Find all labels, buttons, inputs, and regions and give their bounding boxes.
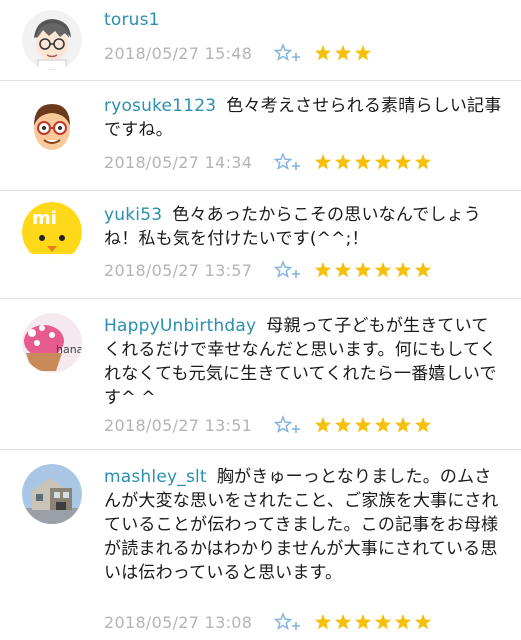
add-star-icon xyxy=(274,260,301,279)
star-list xyxy=(314,613,434,631)
avatar[interactable] xyxy=(22,10,82,70)
star-icon xyxy=(335,416,352,433)
star-icon xyxy=(355,613,372,630)
cartoon-boy-glasses-icon xyxy=(22,10,82,70)
star-icon xyxy=(315,153,332,170)
star-icon xyxy=(335,613,352,630)
star-list xyxy=(314,44,374,62)
star-list xyxy=(314,153,434,171)
timestamp: 2018/05/27 13:08 xyxy=(104,612,253,632)
star-icon xyxy=(315,613,332,630)
star-icon xyxy=(355,153,372,170)
house-photo-icon xyxy=(22,464,82,524)
star-icon xyxy=(315,416,332,433)
comment-body: ryosuke1123 色々考えさせられる素晴らしい記事ですね。 xyxy=(104,94,504,142)
star-icon xyxy=(395,153,412,170)
comment-body: yuki53 色々あったからこその思いなんでしょうね！私も気を付けたいです(^^;… xyxy=(104,203,504,251)
username-link[interactable]: HappyUnbirthday xyxy=(104,316,256,336)
avatar[interactable]: mi xyxy=(22,202,82,262)
star-icon xyxy=(395,613,412,630)
star-icon xyxy=(415,613,432,630)
comment-body: mashley_slt 胸がきゅーっとなりました。のムさんが大変な思いをされたこと… xyxy=(104,465,504,585)
star-icon xyxy=(355,44,372,61)
add-star-button[interactable] xyxy=(274,260,302,280)
timestamp: 2018/05/27 13:57 xyxy=(104,260,253,280)
star-icon xyxy=(375,261,392,278)
timestamp: 2018/05/27 14:34 xyxy=(104,152,253,172)
star-icon xyxy=(335,153,352,170)
add-star-button[interactable] xyxy=(274,612,302,632)
comment-body: HappyUnbirthday 母親って子どもが生きていてくれるだけで幸せなんだと… xyxy=(104,314,504,410)
avatar[interactable]: hana xyxy=(22,313,82,373)
avatar-label: hana xyxy=(56,343,82,356)
star-list xyxy=(314,416,434,434)
cupcake-hana-icon: hana xyxy=(22,313,82,373)
add-star-button[interactable] xyxy=(274,415,302,435)
avatar[interactable] xyxy=(22,464,82,524)
comment-meta: 2018/05/27 13:08 xyxy=(104,610,434,634)
star-icon xyxy=(375,153,392,170)
star-icon xyxy=(415,416,432,433)
divider xyxy=(0,190,521,191)
cartoon-man-glasses-icon xyxy=(22,96,82,156)
comment-body: torus1 xyxy=(104,8,504,32)
timestamp: 2018/05/27 15:48 xyxy=(104,43,253,63)
yellow-chick-icon: mi xyxy=(22,202,82,262)
username-link[interactable]: yuki53 xyxy=(104,205,162,225)
add-star-icon xyxy=(274,43,301,62)
divider xyxy=(0,298,521,299)
star-list xyxy=(314,261,434,279)
comment-meta: 2018/05/27 13:57 xyxy=(104,258,434,282)
comment-meta: 2018/05/27 15:48 xyxy=(104,41,374,65)
star-icon xyxy=(335,261,352,278)
star-icon xyxy=(315,44,332,61)
star-icon xyxy=(355,261,372,278)
star-icon xyxy=(415,261,432,278)
divider xyxy=(0,80,521,81)
username-link[interactable]: ryosuke1123 xyxy=(104,96,216,116)
star-icon xyxy=(335,44,352,61)
comment-meta: 2018/05/27 14:34 xyxy=(104,150,434,174)
add-star-button[interactable] xyxy=(274,43,302,63)
star-icon xyxy=(315,261,332,278)
timestamp: 2018/05/27 13:51 xyxy=(104,415,253,435)
divider xyxy=(0,449,521,450)
username-link[interactable]: mashley_slt xyxy=(104,467,207,487)
star-icon xyxy=(395,261,412,278)
username-link[interactable]: torus1 xyxy=(104,10,160,30)
star-icon xyxy=(415,153,432,170)
star-icon xyxy=(375,416,392,433)
svg-text:mi: mi xyxy=(32,208,57,229)
add-star-icon xyxy=(274,612,301,631)
star-icon xyxy=(355,416,372,433)
add-star-icon xyxy=(274,415,301,434)
star-icon xyxy=(395,416,412,433)
add-star-button[interactable] xyxy=(274,152,302,172)
comment-meta: 2018/05/27 13:51 xyxy=(104,413,434,437)
star-icon xyxy=(375,613,392,630)
add-star-icon xyxy=(274,152,301,171)
avatar[interactable] xyxy=(22,96,82,156)
